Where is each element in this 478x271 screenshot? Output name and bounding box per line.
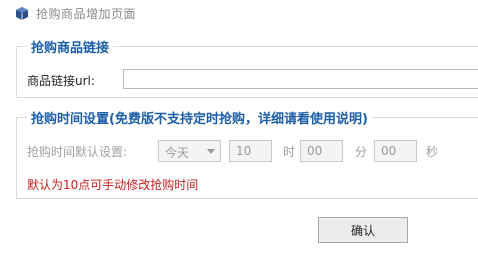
second-input[interactable]: 00 [374, 140, 417, 162]
default-time-note: 默认为10点可手动修改抢购时间 [27, 178, 199, 192]
minute-input[interactable]: 00 [300, 140, 343, 162]
hour-input[interactable]: 10 [229, 140, 272, 162]
hour-unit: 时 [283, 145, 296, 159]
minute-value: 00 [307, 144, 323, 158]
minute-unit: 分 [355, 145, 368, 159]
confirm-button-label: 确认 [350, 223, 375, 238]
chevron-down-icon [207, 149, 215, 154]
link-group: 抢购商品链接 商品链接url: [16, 37, 478, 98]
hour-value: 10 [236, 144, 252, 158]
app-icon [16, 7, 28, 20]
link-group-legend: 抢购商品链接 [27, 37, 114, 56]
url-input[interactable] [123, 69, 478, 89]
time-group-legend: 抢购时间设置(免费版不支持定时抢购，详细请看使用说明) [27, 108, 372, 127]
title-bar: 抢购商品增加页面 [0, 0, 478, 26]
add-item-window: 抢购商品增加页面 抢购商品链接 商品链接url: 抢购时间设置(免费版不支持定时… [0, 0, 478, 271]
url-label: 商品链接url: [27, 74, 95, 88]
default-time-label: 抢购时间默认设置: [27, 145, 128, 159]
second-unit: 秒 [426, 145, 439, 159]
day-select[interactable]: 今天 [158, 140, 221, 162]
second-value: 00 [381, 144, 397, 158]
confirm-button[interactable]: 确认 [318, 217, 408, 243]
day-select-value: 今天 [165, 146, 190, 160]
window-title: 抢购商品增加页面 [36, 7, 137, 21]
time-group: 抢购时间设置(免费版不支持定时抢购，详细请看使用说明) 抢购时间默认设置: 今天… [16, 108, 478, 199]
